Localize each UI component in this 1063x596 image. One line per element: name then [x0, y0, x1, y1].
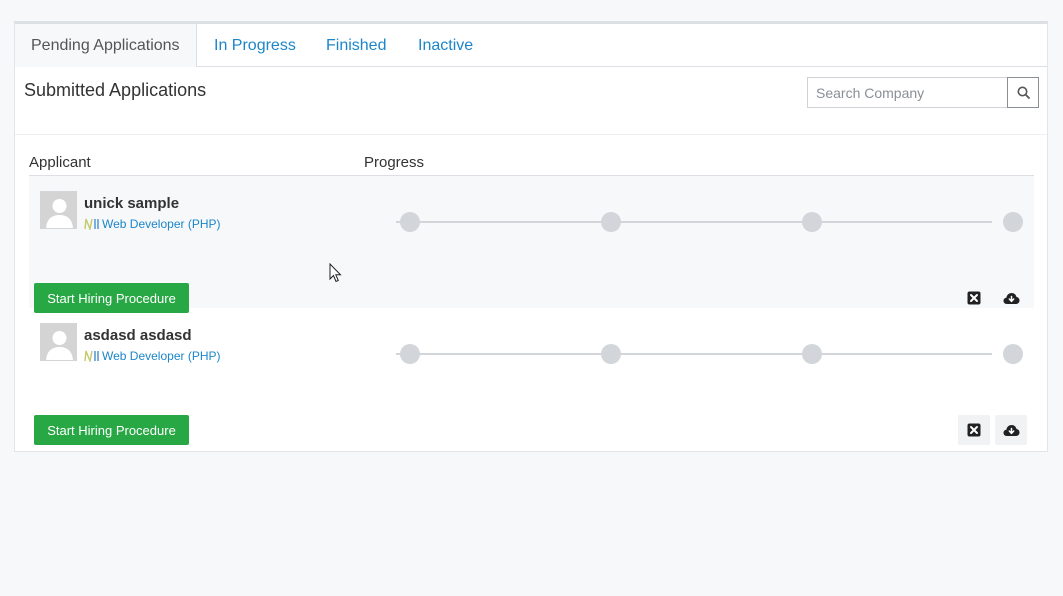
- application-row: asdasd asdasd Web Developer (PHP) Start …: [29, 308, 1034, 445]
- progress-line: [396, 221, 992, 223]
- tab-bar: Pending Applications In Progress Finishe…: [15, 24, 1047, 67]
- progress-track: [384, 211, 1023, 233]
- applicant-name: unick sample: [84, 195, 180, 212]
- applications-card: Pending Applications In Progress Finishe…: [14, 21, 1048, 452]
- tab-pending-applications[interactable]: Pending Applications: [15, 24, 197, 67]
- company-logo-icon: [84, 218, 99, 230]
- header-divider: [15, 134, 1047, 135]
- progress-step-2: [601, 212, 621, 232]
- download-button[interactable]: [995, 415, 1027, 445]
- application-row: unick sample Web Developer (PHP) Start H…: [29, 176, 1034, 313]
- cloud-download-icon: [1003, 292, 1019, 304]
- column-header-applicant: Applicant: [29, 154, 91, 171]
- progress-step-4: [1003, 344, 1023, 364]
- progress-line: [396, 353, 992, 355]
- reject-button[interactable]: [958, 415, 990, 445]
- cloud-download-icon: [1003, 424, 1019, 436]
- mouse-cursor-icon: [329, 263, 342, 283]
- job-title-link[interactable]: Web Developer (PHP): [84, 349, 221, 363]
- tab-in-progress[interactable]: In Progress: [214, 24, 296, 67]
- progress-step-1: [400, 212, 420, 232]
- close-square-icon: [967, 423, 981, 437]
- job-title: Web Developer (PHP): [102, 349, 221, 363]
- tab-finished[interactable]: Finished: [326, 24, 386, 67]
- section-title: Submitted Applications: [24, 80, 207, 100]
- company-logo-icon: [84, 350, 99, 362]
- column-header-progress: Progress: [364, 154, 425, 171]
- progress-step-3: [802, 344, 822, 364]
- progress-step-4: [1003, 212, 1023, 232]
- avatar: [40, 323, 77, 361]
- tab-inactive[interactable]: Inactive: [418, 24, 473, 67]
- start-hiring-procedure-button[interactable]: Start Hiring Procedure: [34, 415, 189, 445]
- avatar: [40, 191, 77, 229]
- applicant-name: asdasd asdasd: [84, 327, 192, 344]
- job-title-link[interactable]: Web Developer (PHP): [84, 217, 221, 231]
- job-title: Web Developer (PHP): [102, 217, 221, 231]
- progress-track: [384, 343, 1023, 365]
- search-input[interactable]: [807, 77, 1008, 108]
- search-company: [807, 77, 1040, 108]
- progress-step-1: [400, 344, 420, 364]
- progress-step-3: [802, 212, 822, 232]
- progress-step-2: [601, 344, 621, 364]
- search-icon: [1017, 86, 1030, 99]
- close-square-icon: [967, 291, 981, 305]
- search-button[interactable]: [1007, 77, 1039, 108]
